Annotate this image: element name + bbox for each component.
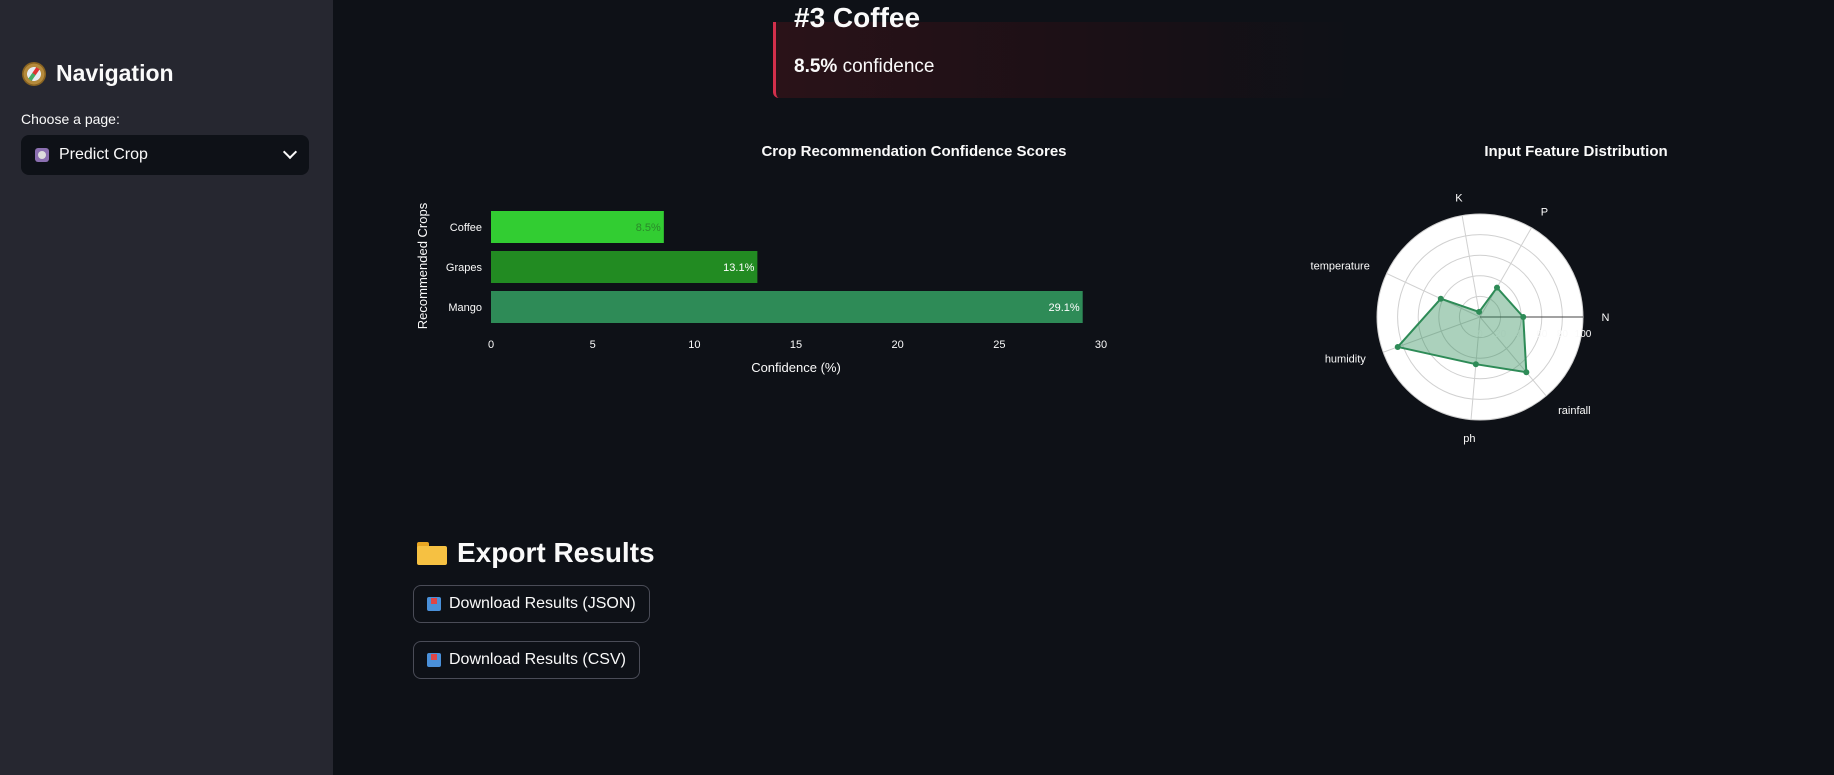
radial-tick-label: 80 (1557, 329, 1569, 340)
page-select[interactable]: Predict Crop (21, 135, 309, 175)
radar-axis-label: P (1541, 207, 1548, 219)
result-card-confidence: 8.5% confidence (794, 56, 935, 78)
inbox-tray-icon (427, 653, 441, 667)
bar-grapes (491, 251, 758, 283)
x-tick-label: 20 (892, 339, 904, 351)
radar-point (1472, 361, 1479, 368)
y-tick-label: Coffee (450, 222, 482, 234)
confidence-suffix: confidence (842, 56, 935, 77)
radial-tick-label: 60 (1536, 329, 1548, 340)
sidebar-title: Navigation (22, 60, 174, 87)
page-select-label: Choose a page: (21, 111, 120, 127)
sidebar-title-text: Navigation (56, 60, 174, 86)
bar-value-label: 8.5% (636, 222, 661, 234)
inbox-tray-icon (427, 597, 441, 611)
y-tick-label: Mango (448, 302, 482, 314)
radar-point (1520, 314, 1527, 320)
folder-icon (417, 541, 447, 565)
bar-mango (491, 291, 1083, 323)
radar-axis-label: N (1602, 312, 1610, 324)
radar-point (1476, 308, 1483, 315)
feature-radar-chart: Input Feature Distribution N P Ktemperature… (1311, 143, 1668, 445)
radar-axis-label: humidity (1325, 354, 1366, 366)
bar-value-label: 13.1% (723, 262, 754, 274)
y-tick-label: Grapes (446, 262, 483, 274)
result-card-title: #3 Coffee (794, 2, 921, 33)
x-tick-label: 25 (993, 339, 1005, 351)
x-tick-label: 5 (590, 339, 596, 351)
radar-axis-label: temperature (1311, 261, 1370, 273)
chart-title: Crop Recommendation Confidence Scores (761, 143, 1066, 160)
x-tick-label: 10 (688, 339, 700, 351)
radar-point (1493, 284, 1500, 291)
radar-axis-label: K (1455, 192, 1463, 204)
chevron-down-icon[interactable] (282, 144, 298, 160)
download-csv-button[interactable]: Download Results (CSV) (413, 641, 640, 679)
radar-point (1437, 295, 1444, 302)
x-tick-label: 30 (1095, 339, 1107, 351)
x-tick-label: 0 (488, 339, 494, 351)
bar-value-label: 29.1% (1048, 302, 1079, 314)
chart-title: Input Feature Distribution (1484, 143, 1667, 160)
download-json-label: Download Results (JSON) (449, 595, 636, 612)
result-card: #3 Coffee 8.5% confidence (773, 2, 1356, 98)
page-select-value: Predict Crop (59, 146, 148, 163)
export-section-title: Export Results (417, 537, 655, 569)
radar-point (1394, 343, 1401, 350)
x-tick-label: 15 (790, 339, 802, 351)
crystal-ball-icon (35, 148, 49, 162)
export-title-text: Export Results (457, 537, 655, 568)
x-axis-label: Confidence (%) (751, 360, 841, 375)
confidence-bar-chart: Crop Recommendation Confidence Scores 8.5… (415, 143, 1107, 375)
confidence-value: 8.5% (794, 56, 838, 77)
sidebar: Navigation Choose a page: Predict Crop (0, 0, 333, 775)
download-json-button[interactable]: Download Results (JSON) (413, 585, 650, 623)
compass-icon (22, 61, 46, 86)
download-csv-label: Download Results (CSV) (449, 651, 626, 668)
y-axis-label: Recommended Crops (415, 202, 430, 329)
radar-axis-label: rainfall (1558, 405, 1590, 417)
radar-axis-label: ph (1463, 433, 1475, 445)
radar-point (1523, 369, 1530, 376)
radial-tick-label: 100 (1575, 329, 1592, 340)
